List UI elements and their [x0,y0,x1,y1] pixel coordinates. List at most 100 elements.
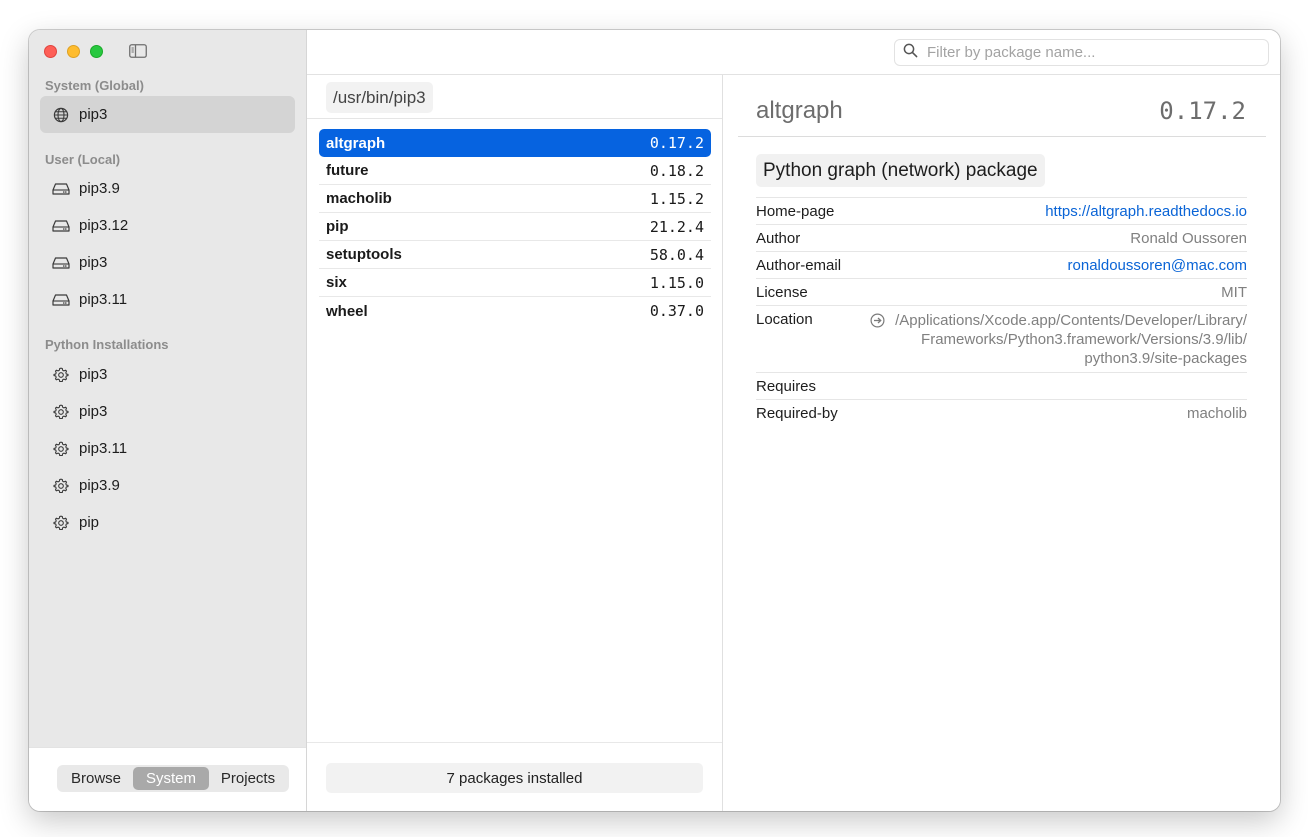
sidebar-item-user-pip3-11[interactable]: pip3.11 [40,281,295,318]
property-key: Requires [756,378,817,395]
zoom-window-button[interactable] [90,45,103,58]
sidebar-item-user-pip3-12[interactable]: pip3.12 [40,207,295,244]
sidebar-item-python-pip3-9[interactable]: pip3.9 [40,467,295,504]
property-key: Author-email [756,257,842,274]
drive-icon [52,254,70,272]
package-row-wheel[interactable]: wheel 0.37.0 [319,297,711,325]
sidebar-item-python-pip3-b[interactable]: pip3 [40,393,295,430]
property-row-author: Author Ronald Oussoren [756,224,1247,251]
app-window: System (Global) pip3 User (Local) pip3.9… [29,30,1280,811]
pip-path: /usr/bin/pip3 [326,82,433,113]
sidebar-item-python-pip3-11[interactable]: pip3.11 [40,430,295,467]
package-version: 0.37.0 [649,302,704,320]
package-name: setuptools [326,246,402,263]
location-value: /Applications/Xcode.app/Contents/Develop… [870,311,1247,368]
package-list-pane: /usr/bin/pip3 altgraph 0.17.2 future 0.1… [307,75,723,811]
package-row-macholib[interactable]: macholib 1.15.2 [319,185,711,213]
package-detail-pane: altgraph 0.17.2 Python graph (network) p… [723,75,1280,811]
search-input[interactable] [925,43,1249,62]
package-version: 0.18.2 [649,161,704,180]
sidebar-item-python-pip[interactable]: pip [40,504,295,541]
gear-icon [52,403,70,421]
package-row-pip[interactable]: pip 21.2.4 [319,213,711,241]
section-header-python: Python Installations [45,337,169,352]
property-key: License [756,284,808,301]
view-segmented-control: Browse System Projects [57,765,289,792]
package-row-setuptools[interactable]: setuptools 58.0.4 [319,241,711,269]
toolbar [307,30,1280,75]
sidebar-item-label: pip3 [79,106,108,123]
sidebar-item-user-pip3[interactable]: pip3 [40,244,295,281]
drive-icon [52,180,70,198]
sidebar-item-label: pip3.11 [79,291,128,308]
sidebar-item-label: pip3 [79,254,108,271]
property-value: macholib [1186,405,1247,422]
package-version-title: 0.17.2 [1159,97,1246,125]
package-name: pip [326,218,349,235]
package-name: six [326,274,347,291]
package-version: 1.15.2 [649,189,704,208]
sidebar-item-label: pip3 [79,403,108,420]
divider [738,136,1266,137]
package-version: 21.2.4 [649,217,704,236]
homepage-link[interactable]: https://altgraph.readthedocs.io [1045,203,1247,220]
gear-icon [52,366,70,384]
property-row-requires: Requires [756,372,1247,399]
property-key: Location [756,311,813,328]
sidebar-item-label: pip3 [79,366,108,383]
package-name: altgraph [326,134,386,152]
drive-icon [52,217,70,235]
sidebar: System (Global) pip3 User (Local) pip3.9… [29,30,307,811]
package-name: macholib [326,190,392,207]
location-line: Frameworks/Python3.framework/Versions/3.… [921,331,1247,348]
minimize-window-button[interactable] [67,45,80,58]
property-row-license: License MIT [756,278,1247,305]
package-version: 58.0.4 [649,245,704,264]
sidebar-toggle-icon[interactable] [129,44,147,58]
package-row-future[interactable]: future 0.18.2 [319,157,711,185]
gear-icon [52,440,70,458]
property-row-location: Location /Applications/Xcode.app/Content… [756,305,1247,372]
property-value: MIT [1221,284,1247,301]
search-field[interactable] [894,39,1269,66]
drive-icon [52,291,70,309]
location-line: /Applications/Xcode.app/Contents/Develop… [895,312,1247,329]
sidebar-item-label: pip3.11 [79,440,128,457]
divider [307,118,722,119]
sidebar-item-user-pip3-9[interactable]: pip3.9 [40,170,295,207]
sidebar-item-python-pip3-a[interactable]: pip3 [40,356,295,393]
property-value: Ronald Oussoren [1130,230,1247,247]
package-count-status: 7 packages installed [326,763,703,793]
reveal-in-finder-icon[interactable] [870,313,885,332]
package-properties: Home-page https://altgraph.readthedocs.i… [756,197,1247,426]
section-header-user: User (Local) [45,152,121,167]
segment-system[interactable]: System [133,767,209,790]
package-row-altgraph[interactable]: altgraph 0.17.2 [319,129,711,157]
package-name: future [326,162,369,179]
package-version: 1.15.0 [649,273,704,292]
sidebar-item-label: pip3.12 [79,217,129,234]
segment-browse[interactable]: Browse [59,767,133,790]
sidebar-item-label: pip3.9 [79,180,120,197]
search-icon [903,43,918,63]
property-key: Required-by [756,405,838,422]
close-window-button[interactable] [44,45,57,58]
package-version: 0.17.2 [649,134,704,152]
property-key: Author [756,230,801,247]
location-line: python3.9/site-packages [1084,350,1247,367]
sidebar-item-system-pip3[interactable]: pip3 [40,96,295,133]
package-name: wheel [326,302,368,320]
property-row-author-email: Author-email ronaldoussoren@mac.com [756,251,1247,278]
section-header-system: System (Global) [45,78,144,93]
property-key: Home-page [756,203,835,220]
property-row-homepage: Home-page https://altgraph.readthedocs.i… [756,197,1247,224]
globe-icon [52,106,70,124]
segment-projects[interactable]: Projects [209,767,287,790]
gear-icon [52,477,70,495]
property-row-required-by: Required-by macholib [756,399,1247,426]
package-title: altgraph [756,97,843,124]
author-email-link[interactable]: ronaldoussoren@mac.com [1068,257,1247,274]
package-summary: Python graph (network) package [756,154,1045,187]
package-row-six[interactable]: six 1.15.0 [319,269,711,297]
sidebar-footer: Browse System Projects [29,747,306,811]
